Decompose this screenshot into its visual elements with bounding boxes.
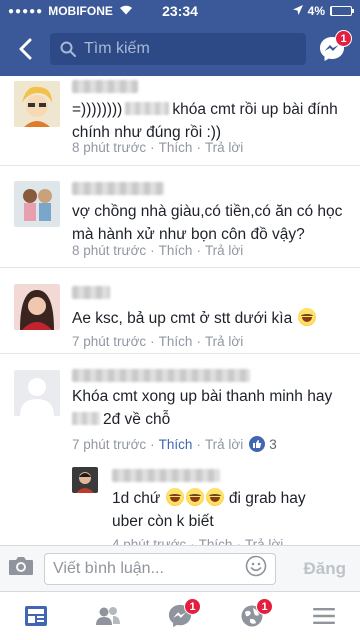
comment-item: Khóa cmt xong up bài thanh minh hay 2đ v… xyxy=(0,362,360,545)
comment-text: Ae ksc, bả up cmt ở stt dưới kìa xyxy=(72,307,352,330)
top-navigation: Tìm kiếm 1 xyxy=(0,22,360,76)
wifi-icon xyxy=(119,4,133,18)
reply-link[interactable]: Trả lời xyxy=(205,334,243,349)
laughing-emoji-icon xyxy=(185,488,204,506)
reply-link[interactable]: Trả lời xyxy=(205,140,243,155)
like-link[interactable]: Thích xyxy=(159,334,193,349)
author-name[interactable] xyxy=(72,369,250,382)
carrier-name: MOBIFONE xyxy=(48,4,113,18)
avatar[interactable] xyxy=(14,284,60,330)
comment-text: =)))))))) khóa cmt rồi up bài đính chính … xyxy=(72,101,338,141)
redacted-mention xyxy=(125,102,170,115)
like-link[interactable]: Thích xyxy=(159,437,193,452)
camera-icon xyxy=(9,557,33,575)
like-link[interactable]: Thích xyxy=(199,537,233,545)
friends-icon xyxy=(96,607,120,625)
comments-list: =)))))))) khóa cmt rồi up bài đính chính … xyxy=(0,76,360,545)
search-placeholder: Tìm kiếm xyxy=(84,40,150,57)
back-button[interactable] xyxy=(8,29,42,69)
reply-link[interactable]: Trả lời xyxy=(205,243,243,258)
comment-placeholder: Viết bình luận... xyxy=(53,559,164,577)
comment-actions: 7 phút trước · Thích · Trả lời xyxy=(72,334,244,349)
chevron-left-icon xyxy=(19,38,32,60)
search-icon xyxy=(60,41,76,57)
default-avatar-icon xyxy=(14,370,60,416)
avatar[interactable] xyxy=(14,81,60,127)
author-name[interactable] xyxy=(72,286,110,299)
avatar[interactable] xyxy=(72,467,98,493)
battery-percent: 4% xyxy=(307,4,325,18)
comment-actions: 7 phút trước · Thích · Trả lời 3 xyxy=(72,436,277,452)
tab-notifications[interactable]: 1 xyxy=(216,592,288,640)
post-button[interactable]: Đăng xyxy=(304,559,347,579)
tab-more-menu[interactable] xyxy=(288,592,360,640)
reply-link[interactable]: Trả lời xyxy=(245,537,283,545)
comment-actions: 8 phút trước · Thích · Trả lời xyxy=(72,243,244,258)
comment-time: 4 phút trước xyxy=(112,537,187,545)
search-input[interactable]: Tìm kiếm xyxy=(50,33,306,65)
location-arrow-icon xyxy=(292,4,303,18)
author-name[interactable] xyxy=(72,80,138,93)
like-link[interactable]: Thích xyxy=(159,243,193,258)
redacted-mention xyxy=(72,412,100,425)
tab-friend-requests[interactable] xyxy=(72,592,144,640)
comment-item: =)))))))) khóa cmt rồi up bài đính chính … xyxy=(0,76,360,166)
author-name[interactable] xyxy=(112,469,220,482)
laughing-emoji-icon xyxy=(205,488,224,506)
avatar[interactable] xyxy=(14,370,60,416)
comment-actions: 8 phút trước · Thích · Trả lời xyxy=(72,140,244,155)
laughing-emoji-icon xyxy=(297,308,316,326)
camera-button[interactable] xyxy=(8,556,34,581)
comment-input[interactable]: Viết bình luận... xyxy=(44,552,276,585)
comment-time: 8 phút trước xyxy=(72,140,147,155)
notifications-badge: 1 xyxy=(256,598,273,615)
like-link[interactable]: Thích xyxy=(159,140,193,155)
reply-actions: 4 phút trước · Thích · Trả lời xyxy=(112,537,283,545)
avatar[interactable] xyxy=(14,181,60,227)
smiley-icon xyxy=(245,555,267,577)
sticker-button[interactable] xyxy=(245,555,267,582)
messenger-tab-badge: 1 xyxy=(184,598,201,615)
thumbs-up-icon xyxy=(249,436,266,452)
laughing-emoji-icon xyxy=(165,488,184,506)
reply-link[interactable]: Trả lời xyxy=(205,437,243,452)
comment-item: Ae ksc, bả up cmt ở stt dưới kìa 7 phút … xyxy=(0,276,360,354)
like-count[interactable]: 3 xyxy=(249,436,277,452)
hamburger-menu-icon xyxy=(313,608,335,624)
reply-text: 1d chứ đi grab hay uber còn k biết xyxy=(112,488,306,530)
signal-strength-icon: ●●●●● xyxy=(8,5,44,17)
comment-time: 7 phút trước xyxy=(72,334,147,349)
tab-news-feed[interactable] xyxy=(0,592,72,640)
comment-text: vợ chồng nhà giàu,có tiền,có ăn có học m… xyxy=(72,203,343,243)
messenger-badge: 1 xyxy=(335,30,352,47)
news-feed-icon xyxy=(25,606,47,626)
battery-icon xyxy=(330,6,354,16)
comment-item: vợ chồng nhà giàu,có tiền,có ăn có học m… xyxy=(0,173,360,268)
comment-composer: Viết bình luận... Đăng xyxy=(0,545,360,591)
comment-time: 7 phút trước xyxy=(72,436,147,452)
comment-time: 8 phút trước xyxy=(72,243,147,258)
messenger-button[interactable]: 1 xyxy=(312,29,352,69)
bottom-tab-bar: 1 1 xyxy=(0,591,360,640)
status-bar: ●●●●● MOBIFONE 23:34 4% xyxy=(0,0,360,22)
comment-text: Khóa cmt xong up bài thanh minh hay 2đ v… xyxy=(72,388,333,428)
author-name[interactable] xyxy=(72,182,164,195)
tab-messenger[interactable]: 1 xyxy=(144,592,216,640)
